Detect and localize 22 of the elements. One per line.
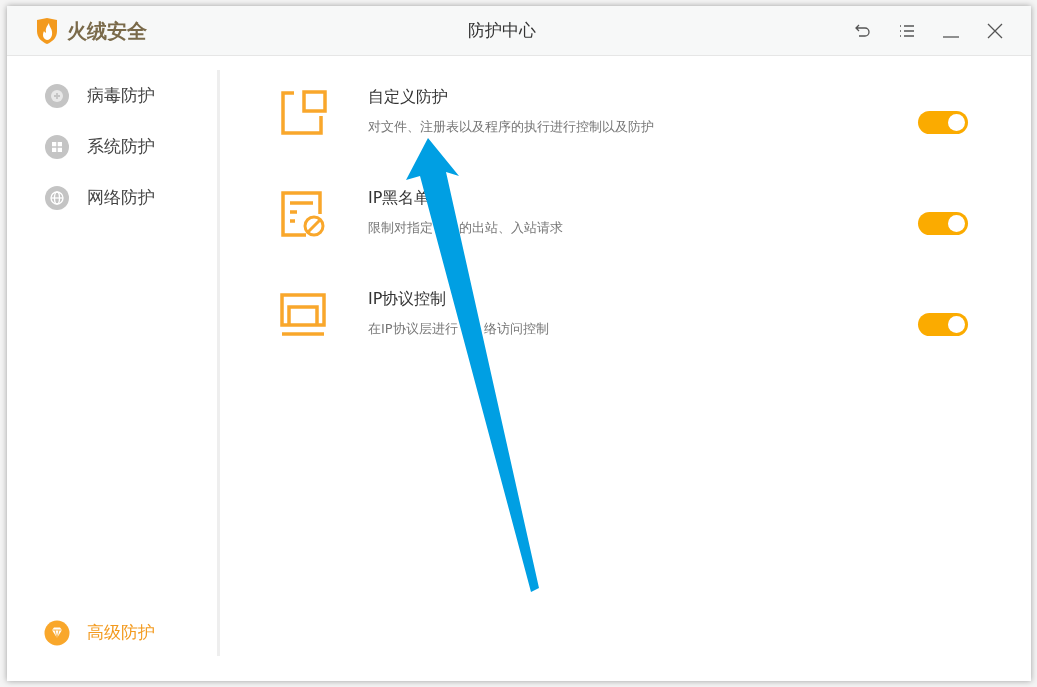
- shield-flame-logo-icon: [35, 16, 59, 45]
- toggle-switch[interactable]: [918, 312, 968, 336]
- windows-icon: [44, 134, 70, 160]
- window-title: 防护中心: [467, 18, 537, 42]
- app-logo-text: 火绒安全: [67, 17, 147, 45]
- feature-description: 在IP协议层进行: [368, 320, 458, 339]
- sidebar-item[interactable]: 网络防护: [44, 185, 217, 211]
- sidebar-item[interactable]: 系统防护: [44, 134, 217, 160]
- toggle-switch[interactable]: [918, 211, 968, 235]
- window-square-icon: [280, 90, 328, 136]
- feature-description: 对文件、注册表以及程序的执行进行控制以及防护: [368, 118, 654, 137]
- feature-description: 络访问控制: [483, 320, 549, 339]
- plus-circle-icon: [44, 83, 70, 109]
- feature-title: 自定义防护: [368, 86, 449, 109]
- toggle-switch[interactable]: [918, 110, 968, 134]
- feature-description: 的出站、入站请求: [459, 219, 563, 238]
- monitor-icon: [280, 293, 326, 337]
- feature-description: 限制对指定: [368, 219, 433, 238]
- sidebar-item[interactable]: 病毒防护: [44, 83, 217, 109]
- blocked-list-icon: [280, 190, 326, 238]
- globe-icon: [44, 185, 70, 211]
- feature-title: IP协议控制: [368, 288, 448, 311]
